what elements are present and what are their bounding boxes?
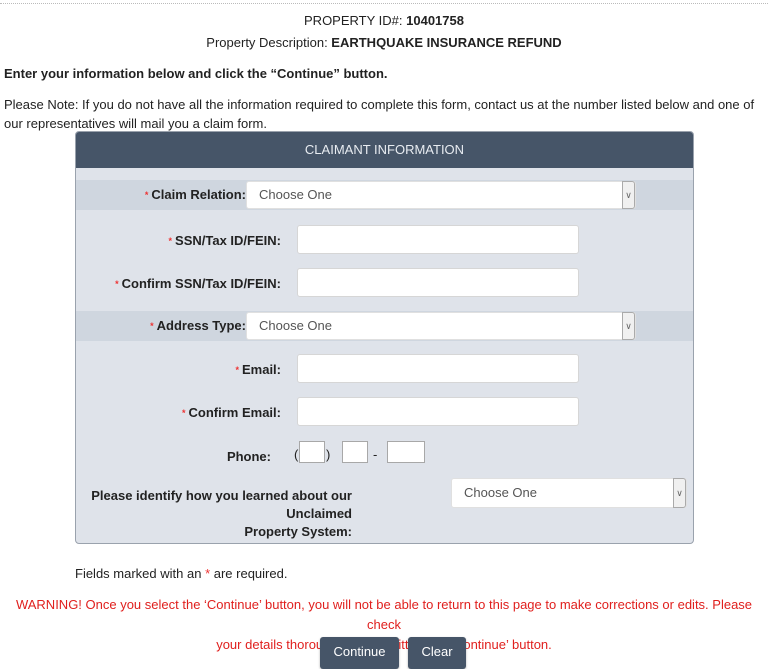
address-type-label: * Address Type: — [150, 318, 246, 333]
property-id-label: PROPERTY ID#: — [304, 13, 407, 28]
confirm-ssn-label: * Confirm SSN/Tax ID/FEIN: — [115, 276, 281, 291]
property-desc-value: EARTHQUAKE INSURANCE REFUND — [331, 35, 562, 50]
email-input[interactable] — [297, 354, 579, 383]
panel-title: CLAIMANT INFORMATION — [76, 132, 693, 168]
property-id-value: 10401758 — [406, 13, 464, 28]
continue-button[interactable]: Continue — [320, 637, 399, 669]
phone-line-input[interactable] — [387, 441, 425, 463]
email-label: * Email: — [235, 362, 281, 377]
ssn-input[interactable] — [297, 225, 579, 254]
claimant-information-panel: CLAIMANT INFORMATION * Claim Relation: Ch… — [75, 131, 694, 544]
phone-close-paren: ) — [326, 447, 331, 462]
top-divider — [0, 3, 768, 4]
claim-relation-value: Choose One — [259, 187, 332, 202]
claim-relation-select[interactable]: Choose One ∨ — [246, 181, 636, 209]
please-note: Please Note: If you do not have all the … — [4, 97, 755, 131]
confirm-ssn-input[interactable] — [297, 268, 579, 297]
address-type-row: * Address Type: Choose One ∨ — [76, 311, 693, 341]
claim-relation-label: * Claim Relation: — [144, 187, 246, 202]
phone-area-code-input[interactable] — [299, 441, 325, 463]
phone-label: Phone: — [226, 449, 271, 464]
ssn-label: * SSN/Tax ID/FEIN: — [168, 233, 281, 248]
required-marker: * — [168, 236, 173, 246]
clear-button[interactable]: Clear — [408, 637, 466, 669]
learned-about-select[interactable]: Choose One ∨ — [451, 478, 687, 508]
phone-open-paren: ( — [294, 447, 299, 462]
chevron-down-icon[interactable]: ∨ — [622, 312, 635, 340]
intro-instruction: Enter your information below and click t… — [4, 66, 388, 81]
address-type-select[interactable]: Choose One ∨ — [246, 312, 636, 340]
learned-about-value: Choose One — [464, 485, 537, 500]
required-marker: * — [235, 365, 239, 375]
chevron-down-icon[interactable]: ∨ — [673, 478, 686, 508]
learned-about-label: Please identify how you learned about ou… — [91, 488, 352, 539]
property-description: Property Description: EARTHQUAKE INSURAN… — [0, 35, 768, 50]
phone-dash: - — [373, 447, 378, 462]
property-id: PROPERTY ID#: 10401758 — [0, 13, 768, 28]
property-desc-label: Property Description: — [206, 35, 332, 50]
phone-prefix-input[interactable] — [342, 441, 368, 463]
required-marker: * — [144, 190, 149, 200]
confirm-email-label: * Confirm Email: — [182, 405, 281, 420]
required-marker: * — [150, 321, 154, 331]
confirm-email-input[interactable] — [297, 397, 579, 426]
claim-relation-row: * Claim Relation: Choose One ∨ — [76, 180, 693, 210]
required-fields-note: Fields marked with an * are required. — [75, 566, 288, 581]
required-marker: * — [182, 408, 186, 418]
chevron-down-icon[interactable]: ∨ — [622, 181, 635, 209]
address-type-value: Choose One — [259, 318, 332, 333]
required-marker: * — [115, 279, 119, 289]
